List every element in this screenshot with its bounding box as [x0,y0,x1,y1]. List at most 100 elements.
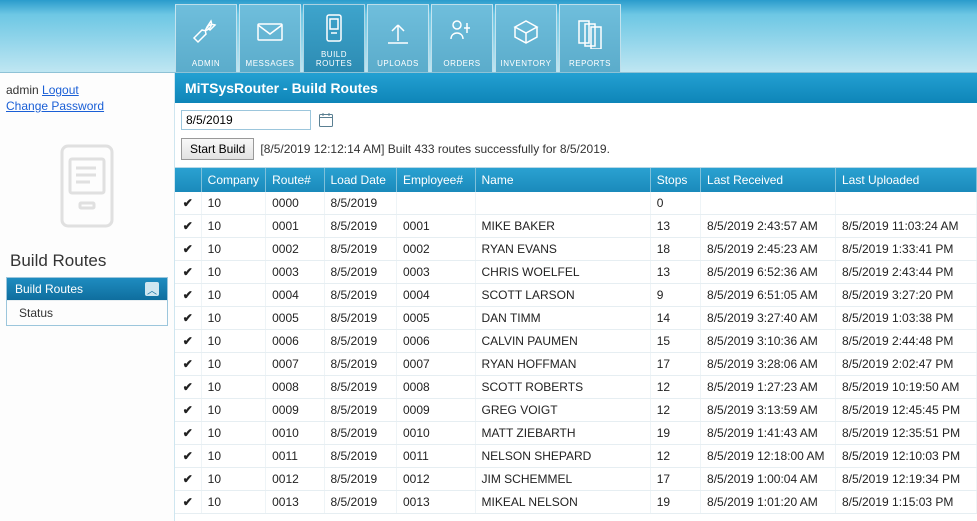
cell-load-date: 8/5/2019 [324,399,396,422]
nav-label: ADMIN [192,59,220,68]
cell-name: RYAN EVANS [475,238,650,261]
nav-uploads[interactable]: UPLOADS [367,4,429,72]
cell-company: 10 [201,261,265,284]
cell-last-uploaded: 8/5/2019 2:43:44 PM [835,261,976,284]
build-status-message: [8/5/2019 12:12:14 AM] Built 433 routes … [260,142,610,156]
side-panel: Build Routes ︿ Status [6,277,168,326]
table-row[interactable]: ✔1000058/5/20190005DAN TIMM148/5/2019 3:… [175,307,977,330]
col-last-received[interactable]: Last Received [701,168,836,192]
cell-employee: 0002 [396,238,475,261]
cell-name: RYAN HOFFMAN [475,353,650,376]
cell-load-date: 8/5/2019 [324,238,396,261]
col-route[interactable]: Route# [266,168,324,192]
cell-last-uploaded: 8/5/2019 12:10:03 PM [835,445,976,468]
cell-route: 0011 [266,445,324,468]
cell-employee: 0001 [396,215,475,238]
envelope-icon [253,5,287,59]
cell-route: 0010 [266,422,324,445]
nav-label: ORDERS [443,59,480,68]
check-icon: ✔ [175,376,201,399]
cell-last-received [701,192,836,215]
table-row[interactable]: ✔1000028/5/20190002RYAN EVANS188/5/2019 … [175,238,977,261]
col-stops[interactable]: Stops [650,168,700,192]
cell-last-received: 8/5/2019 3:10:36 AM [701,330,836,353]
username-label: admin [6,83,39,97]
cell-employee [396,192,475,215]
cell-company: 10 [201,491,265,514]
nav-messages[interactable]: MESSAGES [239,4,301,72]
cell-stops: 15 [650,330,700,353]
check-icon: ✔ [175,215,201,238]
date-input[interactable] [181,110,311,130]
change-password-link[interactable]: Change Password [6,99,104,113]
side-panel-header[interactable]: Build Routes ︿ [7,278,167,300]
col-employee[interactable]: Employee# [396,168,475,192]
calendar-icon[interactable] [317,111,335,129]
cell-company: 10 [201,445,265,468]
col-company[interactable]: Company [201,168,265,192]
nav-label: REPORTS [569,59,611,68]
table-row[interactable]: ✔1000088/5/20190008SCOTT ROBERTS128/5/20… [175,376,977,399]
cell-name: MIKE BAKER [475,215,650,238]
nav-build-routes[interactable]: BUILD ROUTES [303,4,365,72]
table-row[interactable]: ✔1000108/5/20190010MATT ZIEBARTH198/5/20… [175,422,977,445]
table-row[interactable]: ✔1000018/5/20190001MIKE BAKER138/5/2019 … [175,215,977,238]
col-name[interactable]: Name [475,168,650,192]
cell-route: 0013 [266,491,324,514]
cell-last-received: 8/5/2019 1:00:04 AM [701,468,836,491]
user-info: admin Logout [6,83,168,97]
table-row[interactable]: ✔1000128/5/20190012JIM SCHEMMEL178/5/201… [175,468,977,491]
table-row[interactable]: ✔1000038/5/20190003CHRIS WOELFEL138/5/20… [175,261,977,284]
cell-last-uploaded: 8/5/2019 12:19:34 PM [835,468,976,491]
cell-load-date: 8/5/2019 [324,376,396,399]
cell-last-uploaded: 8/5/2019 12:45:45 PM [835,399,976,422]
nav-inventory[interactable]: INVENTORY [495,4,557,72]
sidebar: admin Logout Change Password Build Route… [0,73,175,521]
table-row[interactable]: ✔1000138/5/20190013MIKEAL NELSON198/5/20… [175,491,977,514]
nav-orders[interactable]: ORDERS [431,4,493,72]
cell-name: GREG VOIGT [475,399,650,422]
cell-stops: 0 [650,192,700,215]
cell-name: JIM SCHEMMEL [475,468,650,491]
start-build-button[interactable]: Start Build [181,138,254,160]
cell-employee: 0005 [396,307,475,330]
check-icon: ✔ [175,468,201,491]
cell-stops: 17 [650,353,700,376]
cell-company: 10 [201,238,265,261]
logout-link[interactable]: Logout [42,83,79,97]
table-row[interactable]: ✔1000008/5/20190 [175,192,977,215]
cell-stops: 13 [650,261,700,284]
cell-name: SCOTT ROBERTS [475,376,650,399]
sidebar-item-status[interactable]: Status [7,300,167,325]
cell-employee: 0013 [396,491,475,514]
cell-last-uploaded: 8/5/2019 1:33:41 PM [835,238,976,261]
section-title: Build Routes [10,251,168,271]
device-icon [317,5,351,50]
cell-last-uploaded: 8/5/2019 1:15:03 PM [835,491,976,514]
cell-load-date: 8/5/2019 [324,468,396,491]
nav-admin[interactable]: ADMIN [175,4,237,72]
cell-company: 10 [201,422,265,445]
nav-reports[interactable]: REPORTS [559,4,621,72]
boxes-icon [509,5,543,59]
cell-employee: 0006 [396,330,475,353]
table-row[interactable]: ✔1000078/5/20190007RYAN HOFFMAN178/5/201… [175,353,977,376]
cell-last-uploaded: 8/5/2019 10:19:50 AM [835,376,976,399]
cell-last-uploaded: 8/5/2019 1:03:38 PM [835,307,976,330]
col-check[interactable] [175,168,201,192]
table-row[interactable]: ✔1000118/5/20190011NELSON SHEPARD128/5/2… [175,445,977,468]
check-icon: ✔ [175,399,201,422]
cell-name: CALVIN PAUMEN [475,330,650,353]
cell-name: DAN TIMM [475,307,650,330]
controls-bar: Start Build [8/5/2019 12:12:14 AM] Built… [175,103,977,167]
col-load-date[interactable]: Load Date [324,168,396,192]
cell-stops: 12 [650,399,700,422]
device-icon [27,131,147,241]
cell-last-uploaded: 8/5/2019 2:44:48 PM [835,330,976,353]
col-last-uploaded[interactable]: Last Uploaded [835,168,976,192]
cell-last-received: 8/5/2019 6:51:05 AM [701,284,836,307]
table-row[interactable]: ✔1000098/5/20190009GREG VOIGT128/5/2019 … [175,399,977,422]
table-row[interactable]: ✔1000048/5/20190004SCOTT LARSON98/5/2019… [175,284,977,307]
table-row[interactable]: ✔1000068/5/20190006CALVIN PAUMEN158/5/20… [175,330,977,353]
cell-company: 10 [201,399,265,422]
